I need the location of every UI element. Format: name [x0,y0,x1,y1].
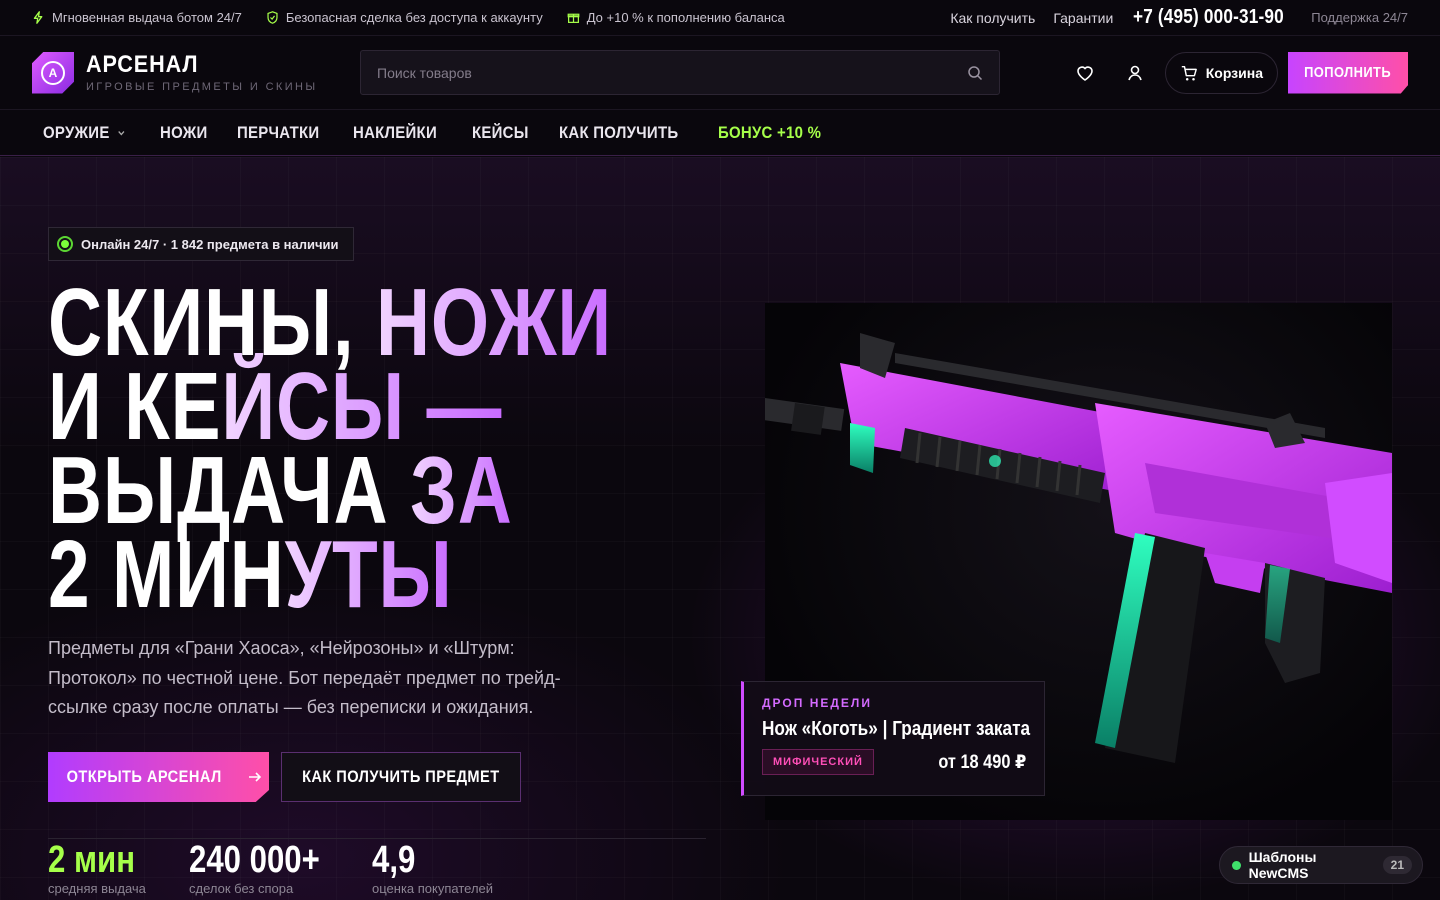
how-to-get-item-button[interactable]: КАК ПОЛУЧИТЬ ПРЕДМЕТ [281,752,521,802]
topup-button[interactable]: ПОПОЛНИТЬ [1288,51,1408,94]
arrow-right-icon [248,772,261,782]
cart-icon [1181,65,1197,81]
perk-text: Безопасная сделка без доступа к аккаунту [285,10,543,25]
chevron-down-icon [117,130,125,135]
perk-text: Мгновенная выдача ботом 24/7 [52,10,242,25]
bolt-icon [33,11,43,24]
open-arsenal-button[interactable]: ОТКРЫТЬ АРСЕНАЛ [48,752,269,802]
chip-count: 21 [1382,856,1412,874]
logo-mark: A [32,51,74,94]
support-label: Поддержка 24/7 [1311,10,1408,25]
templates-chip[interactable]: Шаблоны NewCMS 21 [1219,846,1423,884]
stat-rating: 4,9 оценка покупателей [372,841,493,896]
user-icon [1127,65,1142,80]
heart-icon [1076,65,1093,81]
hero-section: Онлайн 24/7 · 1 842 предмета в наличии С… [0,157,1440,900]
phone-number[interactable]: +7 (495) 000-31-90 [1133,6,1284,29]
title-part: 2 МИН [48,521,285,628]
how-to-get-label: КАК ПОЛУЧИТЬ ПРЕДМЕТ [302,767,500,786]
status-text: Онлайн 24/7 · 1 842 предмета в наличии [81,236,339,252]
brand-tagline: ИГРОВЫЕ ПРЕДМЕТЫ И СКИНЫ [86,80,318,93]
perk-text: До +10 % к пополнению баланса [586,10,785,25]
drop-item-name: Нож «Коготь» | Градиент заката [762,718,1031,740]
nav-how-to-get[interactable]: КАК ПОЛУЧИТЬ [559,123,678,143]
stat-value: 2 мин [48,839,136,881]
stat-delivery: 2 мин средняя выдача [48,841,154,896]
nav-weapons[interactable]: ОРУЖИЕ [43,123,125,143]
cart-label: Корзина [1205,64,1263,81]
search-box [360,50,1000,95]
online-status-badge: Онлайн 24/7 · 1 842 предмета в наличии [48,227,354,261]
stat-caption: оценка покупателей [372,881,494,896]
nav-cases[interactable]: КЕЙСЫ [472,123,529,143]
drop-price: от 18 490 ₽ [937,751,1026,773]
rarity-badge: МИФИЧЕСКИЙ [762,749,874,775]
nav-gloves[interactable]: ПЕРЧАТКИ [237,123,319,143]
nav-stickers[interactable]: НАКЛЕЙКИ [353,123,437,143]
online-dot-icon [57,236,73,252]
perk-safe: Безопасная сделка без доступа к аккаунту [266,10,543,25]
perk-instant: Мгновенная выдача ботом 24/7 [32,10,242,25]
hero-title: СКИНЫ, НОЖИ И КЕЙСЫ — ВЫДАЧА ЗА 2 МИНУТЫ [48,275,611,623]
title-part-accent: УТЫ [284,521,453,628]
cart-button[interactable]: Корзина [1164,51,1278,94]
main-nav: ОРУЖИЕ НОЖИ ПЕРЧАТКИ НАКЛЕЙКИ КЕЙСЫ КАК … [0,110,1440,156]
topup-label: ПОПОЛНИТЬ [1304,64,1392,81]
site-header: A АРСЕНАЛ ИГРОВЫЕ ПРЕДМЕТЫ И СКИНЫ Корзи… [0,36,1440,110]
search-input[interactable] [377,64,937,81]
shield-check-icon [267,11,278,24]
status-dot-icon [1232,860,1241,870]
search-icon[interactable] [967,65,983,81]
drop-of-the-week-card[interactable]: ДРОП НЕДЕЛИ Нож «Коготь» | Градиент зака… [741,681,1045,796]
link-guarantees[interactable]: Гарантии [1053,10,1113,26]
account-button[interactable] [1115,53,1155,93]
stat-value: 240 000+ [189,839,320,881]
nav-label: ОРУЖИЕ [43,122,110,142]
open-arsenal-label: ОТКРЫТЬ АРСЕНАЛ [66,767,223,786]
favorites-button[interactable] [1065,53,1105,93]
drop-kicker: ДРОП НЕДЕЛИ [762,696,872,710]
stat-value: 4,9 [372,839,416,881]
chip-label: Шаблоны NewCMS [1248,849,1317,881]
brand-name: АРСЕНАЛ [86,50,199,78]
logo[interactable]: A АРСЕНАЛ ИГРОВЫЕ ПРЕДМЕТЫ И СКИНЫ [32,50,360,94]
gift-icon [567,13,580,23]
link-how-to-get[interactable]: Как получить [950,10,1035,26]
nav-bonus[interactable]: БОНУС +10 % [718,123,821,143]
perk-bonus: До +10 % к пополнению баланса [567,10,785,25]
top-bar: Мгновенная выдача ботом 24/7 Безопасная … [0,0,1440,36]
hero-description: Предметы для «Грани Хаоса», «Нейрозоны» … [48,638,561,717]
stat-caption: сделок без спора [189,881,294,896]
stat-caption: средняя выдача [48,881,146,896]
stat-deals: 240 000+ сделок без спора [189,841,349,896]
nav-knives[interactable]: НОЖИ [160,123,208,143]
logo-letter: A [41,60,65,85]
